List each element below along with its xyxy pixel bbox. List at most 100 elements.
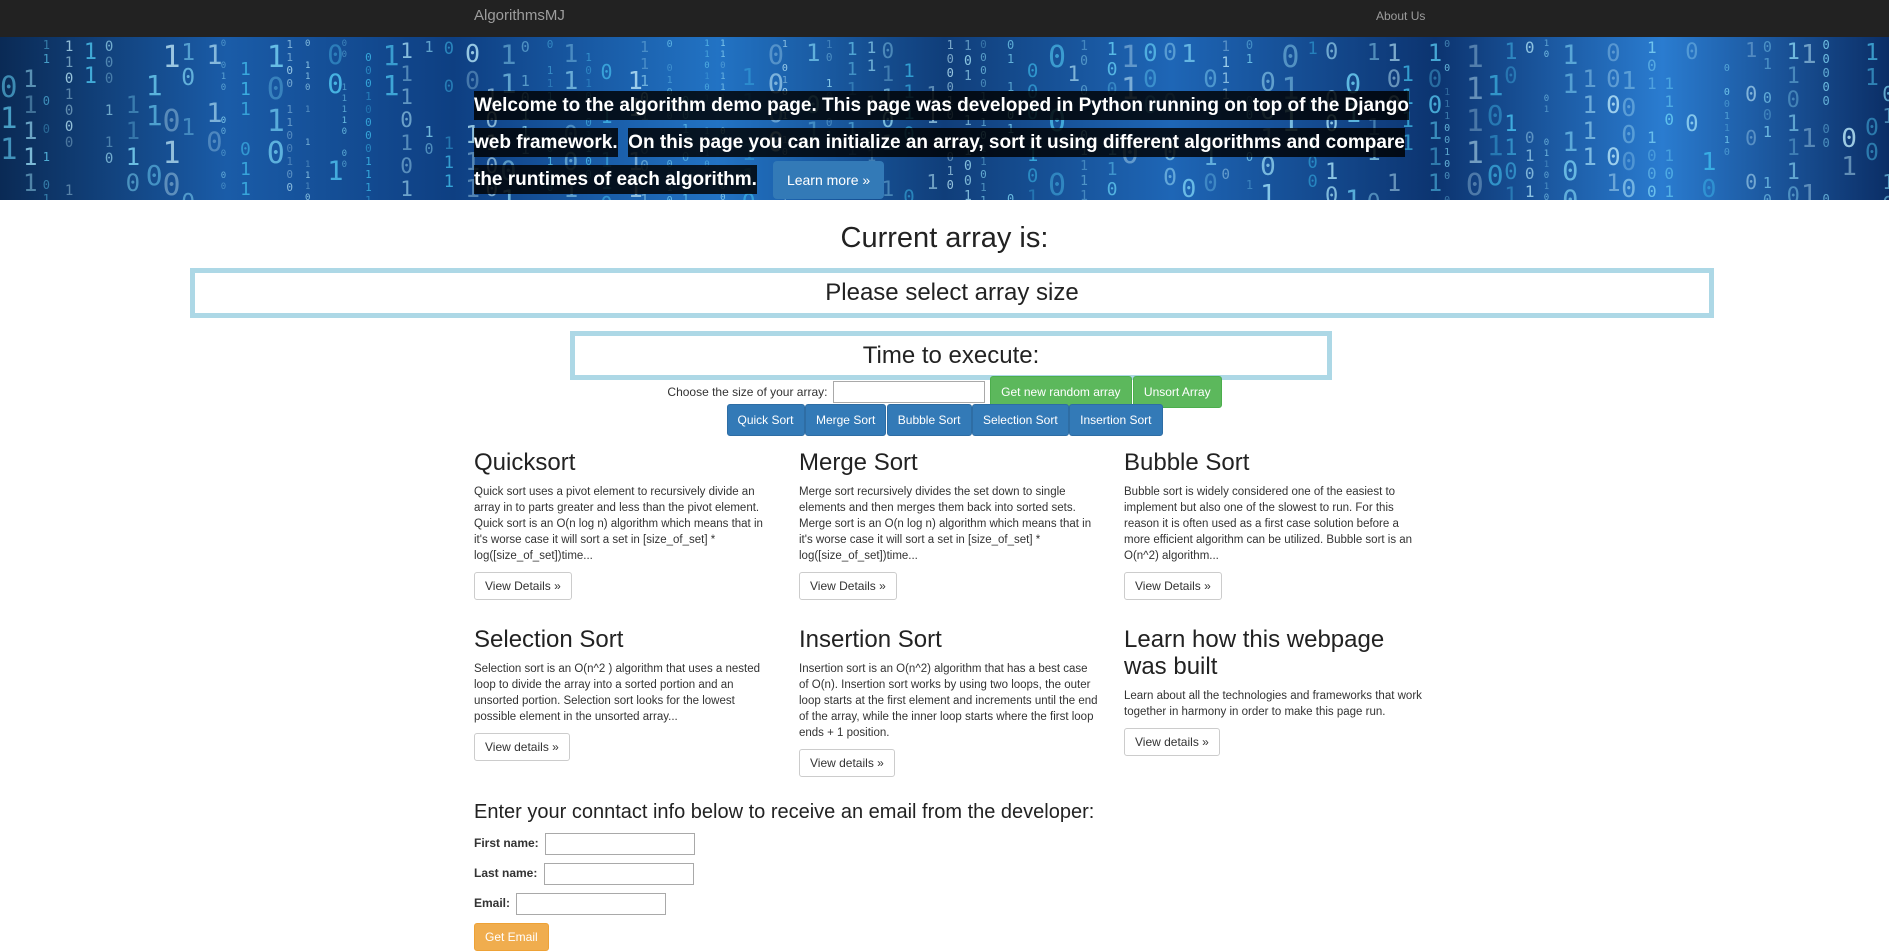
view-details-button[interactable]: View Details » — [474, 572, 572, 600]
svg-text:0: 0 — [1647, 56, 1657, 75]
svg-text:1: 1 — [146, 99, 163, 132]
svg-text:0: 0 — [1444, 123, 1450, 134]
array-size-input[interactable] — [832, 381, 985, 403]
svg-text:0: 0 — [667, 39, 673, 50]
first-name-label: First name: — [474, 836, 539, 851]
view-details-button[interactable]: View Details » — [799, 572, 897, 600]
svg-text:0: 0 — [65, 135, 73, 151]
svg-text:1: 1 — [126, 117, 140, 145]
svg-text:0: 0 — [1763, 106, 1772, 124]
svg-text:1: 1 — [444, 134, 454, 154]
svg-text:1: 1 — [342, 83, 347, 93]
bubble-sort-button[interactable]: Bubble Sort — [886, 404, 972, 436]
about-us-link[interactable]: About Us — [1376, 9, 1425, 23]
svg-text:1: 1 — [240, 79, 251, 100]
svg-text:0: 0 — [365, 77, 372, 90]
first-name-input[interactable] — [545, 833, 696, 855]
svg-text:1: 1 — [1107, 39, 1118, 60]
svg-text:0: 0 — [65, 71, 73, 87]
svg-text:1: 1 — [425, 38, 434, 56]
svg-text:0: 0 — [286, 77, 293, 90]
email-input[interactable] — [516, 893, 667, 915]
svg-text:1: 1 — [383, 69, 400, 102]
svg-text:1: 1 — [1544, 105, 1549, 115]
selection-sort-button[interactable]: Selection Sort — [971, 404, 1069, 436]
svg-text:0: 0 — [221, 182, 226, 192]
first-name-row: First name: — [474, 833, 696, 855]
svg-text:0: 0 — [1466, 168, 1484, 200]
svg-text:1: 1 — [1562, 69, 1578, 100]
brand-link[interactable]: AlgorithmsMJ — [474, 7, 565, 24]
svg-text:1: 1 — [305, 160, 310, 170]
svg-text:0: 0 — [1724, 99, 1730, 110]
svg-text:1: 1 — [1882, 170, 1889, 194]
svg-text:1: 1 — [23, 143, 37, 171]
svg-text:1: 1 — [1763, 55, 1772, 73]
svg-text:0: 0 — [286, 168, 293, 181]
svg-text:0: 0 — [1745, 170, 1757, 194]
svg-text:0: 0 — [342, 50, 347, 60]
svg-text:1: 1 — [882, 62, 895, 86]
svg-text:0: 0 — [365, 129, 372, 142]
svg-text:1: 1 — [1121, 40, 1139, 75]
view-details-button[interactable]: View details » — [1124, 728, 1220, 756]
email-row: Email: — [474, 893, 667, 915]
top-navbar: AlgorithmsMJ About Us — [0, 0, 1889, 37]
svg-text:1: 1 — [1466, 136, 1484, 171]
learn-more-button[interactable]: Learn more » — [772, 161, 885, 199]
view-details-button[interactable]: View Details » — [1124, 572, 1222, 600]
view-details-button[interactable]: View details » — [799, 749, 895, 777]
svg-text:0: 0 — [43, 122, 50, 136]
svg-text:0: 0 — [444, 77, 454, 97]
view-details-button[interactable]: View details » — [474, 733, 570, 761]
svg-text:0: 0 — [342, 149, 347, 159]
card-description: Merge sort recursively divides the set d… — [799, 486, 1092, 562]
card-description: Selection sort is an O(n^2 ) algorithm t… — [474, 663, 761, 723]
svg-text:1: 1 — [1562, 40, 1578, 71]
svg-text:1: 1 — [1504, 136, 1517, 161]
svg-text:0: 0 — [1621, 93, 1636, 122]
svg-text:1: 1 — [365, 181, 372, 194]
svg-text:1: 1 — [23, 65, 37, 93]
svg-text:0: 0 — [1787, 88, 1800, 113]
svg-text:0: 0 — [181, 190, 195, 200]
svg-text:1: 1 — [221, 72, 226, 82]
svg-text:1: 1 — [1444, 147, 1450, 158]
insertion-sort-button[interactable]: Insertion Sort — [1069, 404, 1163, 436]
svg-text:1: 1 — [1466, 40, 1484, 75]
svg-text:1: 1 — [365, 155, 372, 168]
svg-text:0: 0 — [400, 154, 413, 178]
svg-text:1: 1 — [1544, 149, 1549, 159]
merge-sort-button[interactable]: Merge Sort — [804, 404, 887, 436]
quick-sort-button[interactable]: Quick Sort — [726, 404, 805, 436]
svg-text:1: 1 — [720, 72, 725, 82]
svg-text:0: 0 — [1444, 171, 1450, 182]
svg-text:1: 1 — [547, 64, 554, 77]
current-array-heading: Current array is: — [840, 222, 1049, 254]
get-email-button[interactable]: Get Email — [474, 923, 549, 951]
svg-text:1: 1 — [1544, 39, 1549, 49]
svg-text:1: 1 — [400, 62, 413, 86]
svg-text:0: 0 — [1882, 192, 1889, 200]
svg-text:0: 0 — [1621, 174, 1636, 200]
svg-text:1: 1 — [163, 136, 181, 171]
svg-text:1: 1 — [1801, 40, 1817, 70]
svg-text:1: 1 — [1308, 39, 1318, 59]
svg-text:1: 1 — [1606, 169, 1620, 197]
svg-text:0: 0 — [1428, 65, 1442, 93]
svg-text:0: 0 — [1823, 136, 1830, 150]
svg-text:1: 1 — [0, 101, 17, 135]
svg-text:1: 1 — [342, 94, 347, 104]
svg-text:1: 1 — [585, 51, 592, 64]
svg-text:0: 0 — [1823, 94, 1830, 108]
svg-text:1: 1 — [704, 72, 709, 82]
svg-text:0: 0 — [267, 72, 285, 107]
svg-text:0: 0 — [1525, 128, 1535, 147]
svg-text:1: 1 — [1724, 135, 1730, 146]
svg-text:1: 1 — [342, 116, 347, 126]
svg-text:1: 1 — [1487, 69, 1504, 102]
svg-text:1: 1 — [305, 138, 310, 148]
svg-text:0: 0 — [1664, 110, 1674, 129]
last-name-input[interactable] — [543, 863, 694, 885]
svg-text:0: 0 — [704, 61, 709, 71]
